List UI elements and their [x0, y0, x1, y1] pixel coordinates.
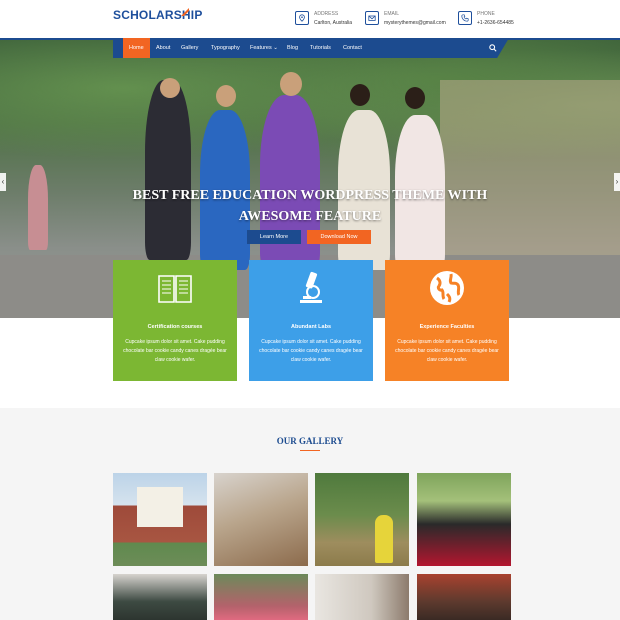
hero-person-head — [280, 72, 302, 96]
microscope-icon — [300, 271, 322, 303]
download-now-button[interactable]: Download Now — [307, 230, 371, 244]
nav-item-typography[interactable]: Typography — [211, 38, 240, 58]
feature-description: Cupcake ipsum dolor sit amet. Cake puddi… — [259, 339, 363, 363]
slider-next-arrow[interactable]: › — [614, 173, 620, 191]
nav-item-tutorials[interactable]: Tutorials — [310, 38, 331, 58]
gallery-image[interactable] — [417, 473, 511, 566]
envelope-icon — [365, 11, 379, 25]
feature-card-labs[interactable]: Abundant Labs Cupcake ipsum dolor sit am… — [249, 260, 373, 381]
main-nav: Home About Gallery Typography Features ⌄… — [0, 38, 620, 58]
contact-label: ADDRESS — [314, 11, 339, 17]
contact-value: Carlton, Australia — [314, 20, 353, 26]
slider-prev-arrow[interactable]: ‹ — [0, 173, 6, 191]
hero-person — [145, 80, 191, 260]
nav-item-home[interactable]: Home — [123, 38, 150, 58]
nav-item-features[interactable]: Features ⌄ — [250, 38, 278, 58]
contact-value[interactable]: mysterythemes@gmail.com — [384, 20, 446, 26]
hero-person — [28, 165, 48, 250]
gallery-image-person — [375, 515, 393, 563]
hero-person-head — [350, 84, 370, 106]
site-header: SCHOLARSHIP ADDRESS Carlton, Australia E… — [0, 0, 620, 38]
gallery-image[interactable] — [315, 574, 409, 620]
map-pin-icon — [295, 11, 309, 25]
gallery-title-underline — [300, 450, 320, 451]
book-icon — [158, 275, 192, 303]
gallery-image[interactable] — [113, 574, 207, 620]
gallery-image[interactable] — [315, 473, 409, 566]
feature-card-certification[interactable]: Certification courses Cupcake ipsum dolo… — [113, 260, 237, 381]
hero-person-head — [405, 87, 425, 109]
gallery-image[interactable] — [214, 473, 308, 566]
hero-title: BEST FREE EDUCATION WORDPRESS THEME WITH… — [132, 188, 488, 224]
learn-more-button[interactable]: Learn More — [247, 230, 301, 244]
gallery-image[interactable] — [214, 574, 308, 620]
gallery-image-building — [137, 487, 183, 527]
hero-person-head — [160, 78, 180, 98]
search-icon[interactable] — [489, 44, 497, 52]
feature-card-faculties[interactable]: Experience Faculties Cupcake ipsum dolor… — [385, 260, 509, 381]
nav-item-about[interactable]: About — [156, 38, 170, 58]
gallery-image[interactable] — [417, 574, 511, 620]
logo-flag-icon — [181, 8, 189, 16]
gallery-image[interactable] — [113, 473, 207, 566]
hero-person-head — [216, 85, 236, 107]
contact-value: +1-2636-654485 — [477, 20, 514, 26]
feature-title: Certification courses — [147, 324, 203, 330]
gallery-title: OUR GALLERY — [276, 436, 344, 446]
nav-item-gallery[interactable]: Gallery — [181, 38, 198, 58]
hero-background-building — [440, 80, 620, 260]
nav-item-blog[interactable]: Blog — [287, 38, 298, 58]
feature-title: Abundant Labs — [290, 324, 332, 330]
feature-title: Experience Faculties — [419, 324, 475, 330]
phone-icon — [458, 11, 472, 25]
globe-icon — [430, 271, 464, 305]
feature-description: Cupcake ipsum dolor sit amet. Cake puddi… — [123, 339, 227, 363]
contact-label: PHONE — [477, 11, 495, 17]
nav-item-contact[interactable]: Contact — [343, 38, 362, 58]
contact-label: EMAIL — [384, 11, 400, 17]
feature-description: Cupcake ipsum dolor sit amet. Cake puddi… — [395, 339, 499, 363]
